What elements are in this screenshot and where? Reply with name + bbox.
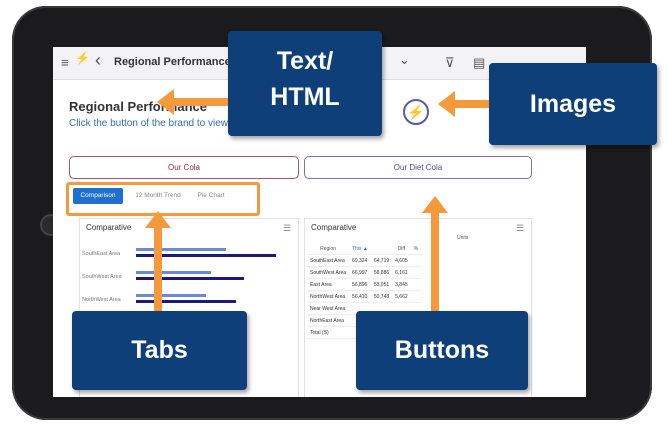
table-row[interactable]: SouthEast Area 69,324 64,719 4,605 [307,254,422,267]
arrow-shaft [154,226,162,312]
table-cell: 3,845 [392,278,411,291]
table-row[interactable]: SouthWest Area 66,997 58,886 6,161 [307,266,422,279]
bar-current [136,300,236,303]
callout-images: Images [489,63,657,145]
table-cell: East Area [307,278,350,291]
bar-previous [136,271,211,274]
lightning-logo-icon: ⚡ [403,99,429,125]
column-header[interactable]: This ▲ [349,243,371,255]
table-cell: 56,410 [349,290,371,303]
column-header[interactable]: Region [307,243,350,255]
bar-previous [136,294,206,297]
bar-label: SouthWest Area [82,274,122,280]
our-cola-button[interactable]: Our Cola [69,156,299,179]
table-cell: NorthWest Area [307,290,350,303]
bar-current [136,277,244,280]
table-cell: 5,662 [392,290,411,303]
table-cell: 50,748 [370,290,393,303]
table-cell: 64,719 [370,254,393,267]
units-label: Units [457,235,469,241]
column-header[interactable]: Diff [392,243,411,255]
callout-buttons: Buttons [356,311,528,390]
table-cell: SouthEast Area [307,254,350,267]
table-cell: 56,896 [349,278,371,291]
right-panel-title: Comparative [311,223,357,232]
bar-label: NorthWest Area [82,297,121,303]
filter-icon[interactable]: ⊽ [445,55,455,71]
table-cell: 4,605 [392,254,411,267]
chevron-down-icon[interactable]: ⌄ [399,52,410,68]
message-icon[interactable]: ▤ [473,55,485,71]
arrow-shaft [453,100,489,108]
table-header-row: Region This ▲ Diff % [307,243,422,255]
app-logo-icon: ⚡ [75,51,90,65]
table-cell: 53,051 [370,278,393,291]
table-row[interactable]: NorthWest Area 56,410 50,748 5,662 [307,290,422,303]
table-cell: SouthWest Area [307,266,350,279]
column-header[interactable]: % [410,243,422,255]
callout-text-html: Text/ HTML [228,31,382,136]
table-cell: 66,997 [349,266,371,279]
right-panel-menu-icon[interactable]: ☰ [516,223,524,234]
arrow-shaft [172,98,228,106]
table-cell: 69,324 [349,254,371,267]
back-icon[interactable]: ‹ [95,50,101,71]
left-panel-menu-icon[interactable]: ☰ [283,223,291,234]
table-cell: Near West Area [307,302,350,315]
table-cell [410,290,422,303]
table-cell: 58,886 [370,266,393,279]
column-header[interactable] [370,243,393,255]
table-cell: 6,161 [392,266,411,279]
menu-icon[interactable]: ≡ [61,55,69,70]
table-cell [410,278,422,291]
bar-previous [136,248,226,251]
bar-label: SouthEast Area [82,251,121,257]
table-row[interactable]: East Area 56,896 53,051 3,845 [307,278,422,291]
table-cell [410,266,422,279]
table-cell [410,254,422,267]
callout-tabs: Tabs [72,311,247,390]
table-cell: NorthEast Area [307,314,350,327]
arrow-shaft [431,211,439,311]
table-cell: Total (S) [307,326,350,339]
left-panel-title: Comparative [86,223,132,232]
toolbar-title: Regional Performance [114,56,231,68]
our-diet-cola-button[interactable]: Our Diet Cola [304,156,532,179]
